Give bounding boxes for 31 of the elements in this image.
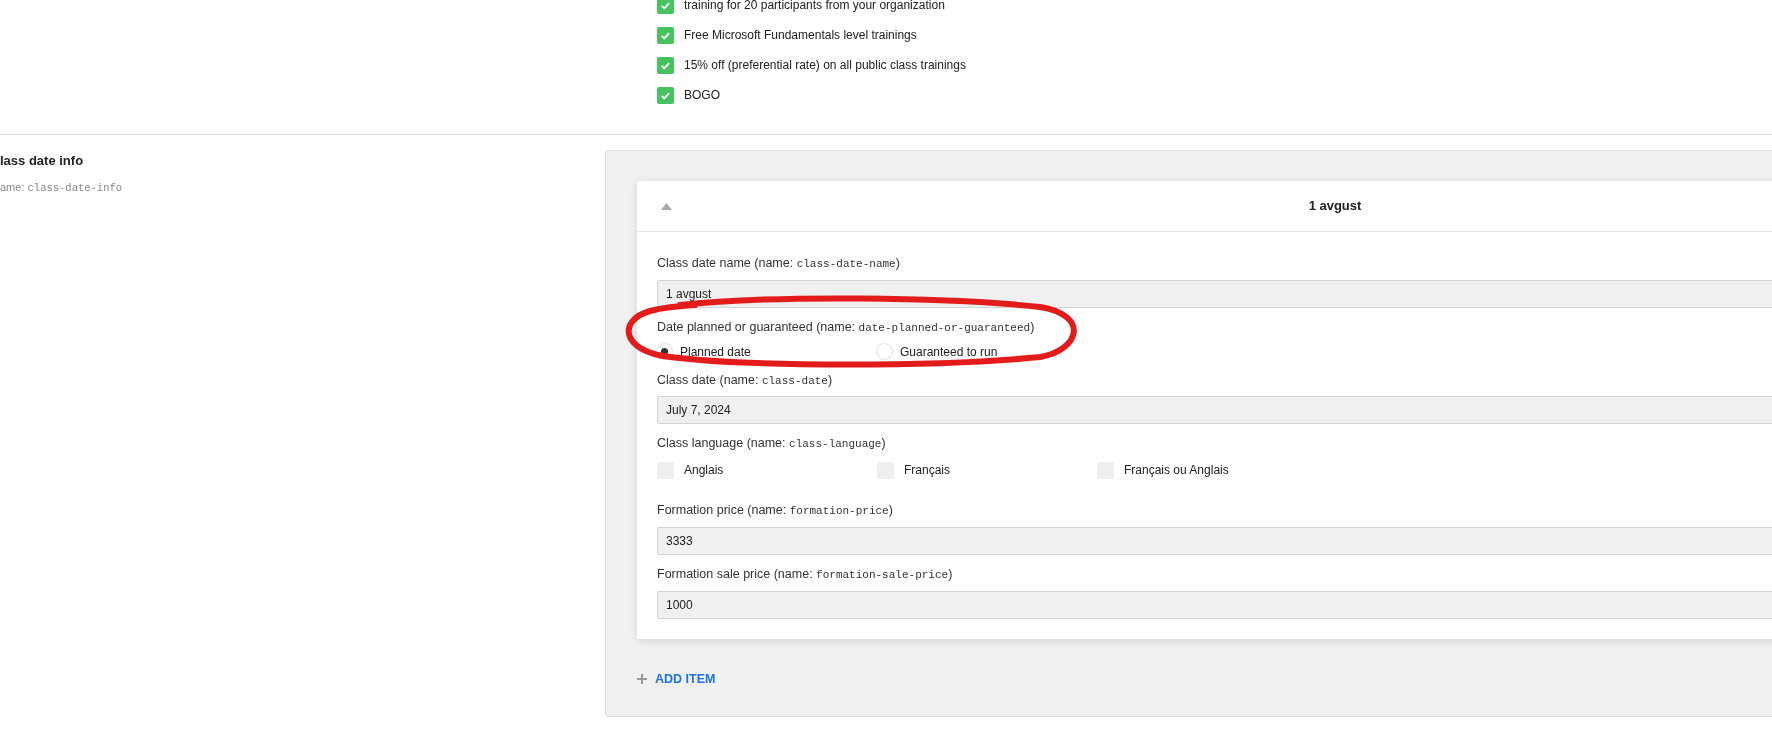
checkbox[interactable] xyxy=(657,26,674,44)
checkbox-label: Anglais xyxy=(684,462,724,479)
benefit-text: 15% off (preferential rate) on all public class trainings xyxy=(684,57,966,74)
item-title: 1 avgust xyxy=(1308,197,1362,216)
checkmark-icon xyxy=(660,0,671,11)
benefit-text: BOGO xyxy=(684,87,720,104)
radio-option[interactable]: Planned date xyxy=(657,342,877,361)
text-field[interactable]: 3333 xyxy=(657,526,1772,555)
plus-icon xyxy=(637,673,647,684)
field-label: Formation sale price (name: formation-sale-price) xyxy=(657,565,953,583)
checkbox[interactable] xyxy=(657,0,674,14)
radio-option[interactable]: Guaranteed to run xyxy=(877,342,1097,361)
field-label: Class date (name: class-date) xyxy=(657,371,833,389)
checkbox[interactable] xyxy=(657,86,674,104)
field-label: Date planned or guaranteed (name: date-planned-or-guaranteed) xyxy=(657,318,1035,336)
radio-button[interactable] xyxy=(877,344,892,359)
field-label: Formation price (name: formation-price) xyxy=(657,502,893,519)
checkbox-label: Français ou Anglais xyxy=(1124,462,1229,479)
benefit-text: training for 20 participants from your organization xyxy=(684,0,945,14)
checkbox[interactable] xyxy=(657,56,674,74)
section-name-hint: ame: class-date-info xyxy=(0,179,124,196)
text-field[interactable]: 1 avgust xyxy=(657,279,1772,308)
text-field[interactable]: 1000 xyxy=(657,590,1772,619)
caret-up-icon[interactable] xyxy=(661,202,672,210)
benefit-text: Free Microsoft Fundamentals level trainings xyxy=(684,27,917,44)
add-item-button[interactable]: ADD ITEM xyxy=(637,669,716,689)
section-title: lass date info xyxy=(0,152,85,170)
field-label: Class date name (name: class-date-name) xyxy=(657,255,900,272)
field-label: Class language (name: class-language) xyxy=(657,435,886,453)
checkbox-label: Français xyxy=(904,462,950,479)
text-field[interactable]: July 7, 2024 xyxy=(657,396,1772,425)
